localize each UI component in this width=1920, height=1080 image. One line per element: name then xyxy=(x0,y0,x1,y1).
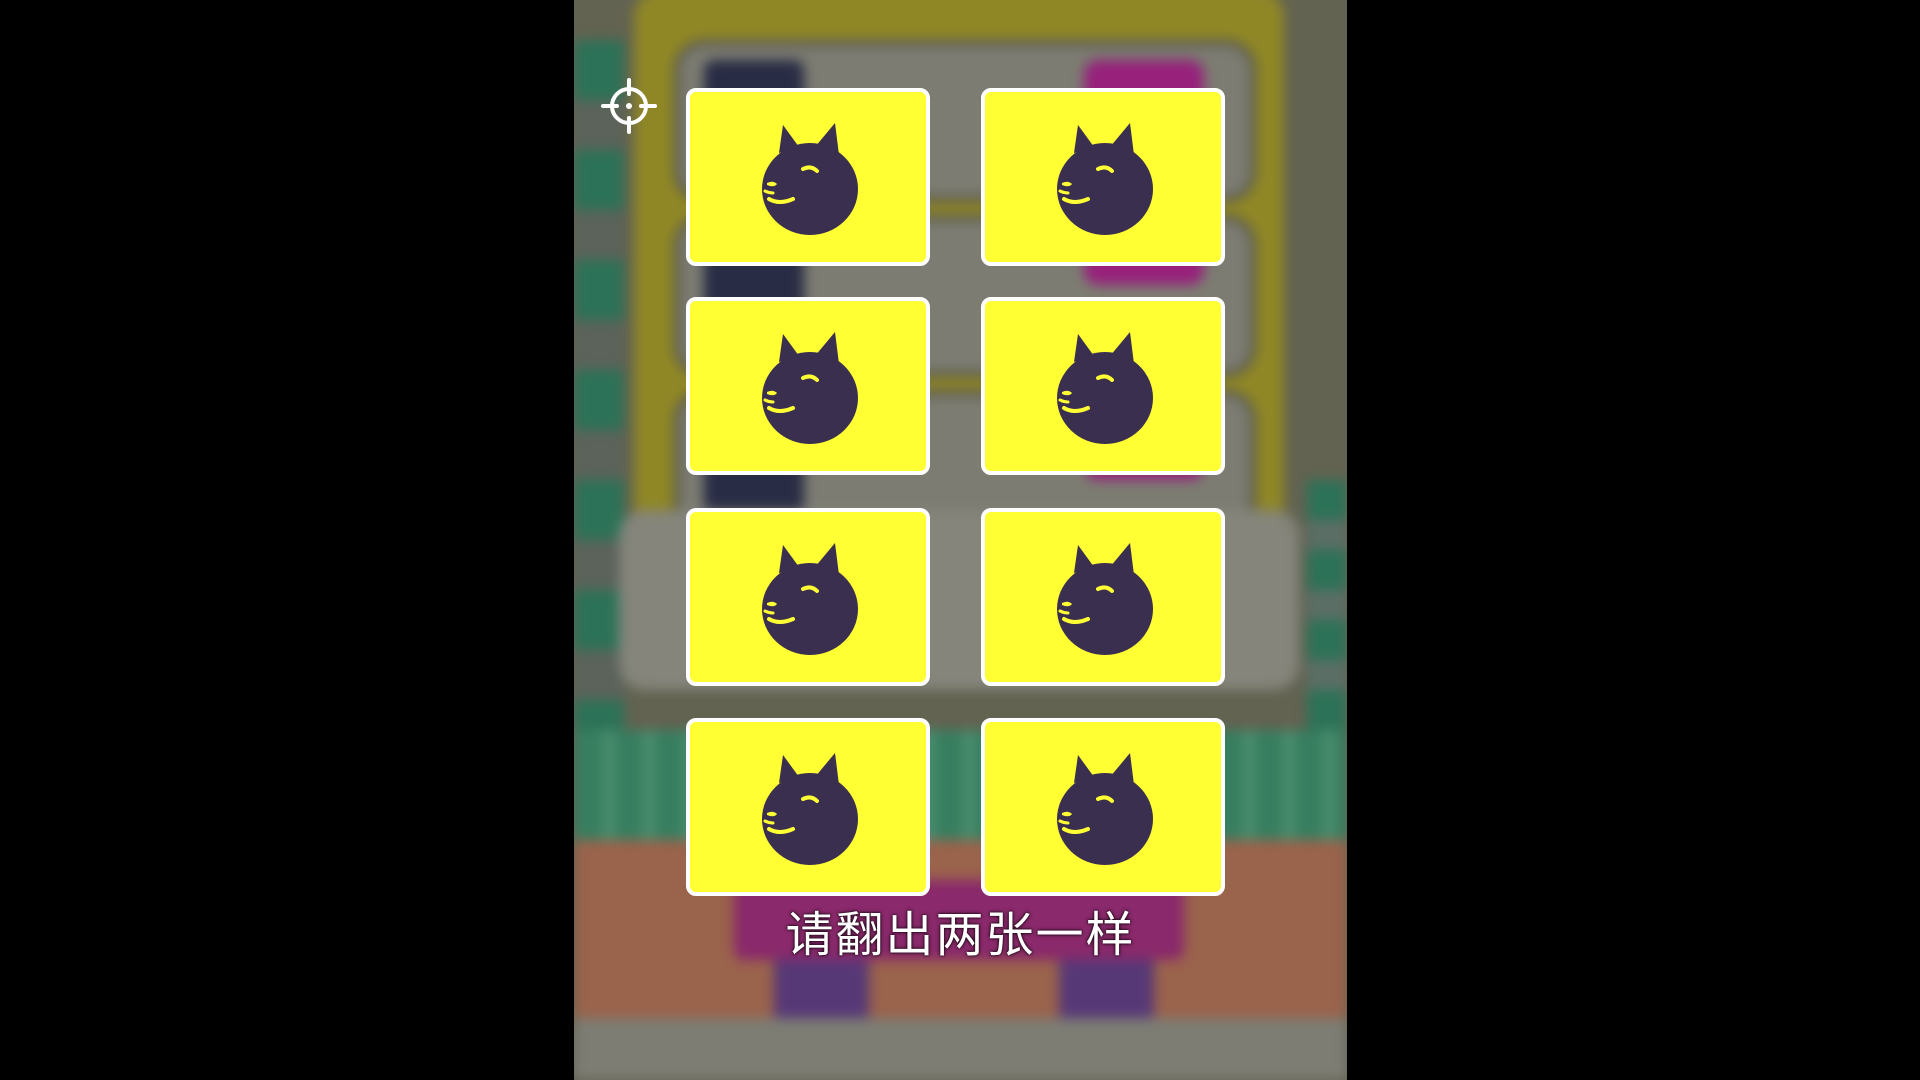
doge-head-icon xyxy=(762,123,858,235)
memory-card-7[interactable] xyxy=(686,718,930,896)
memory-card-2[interactable] xyxy=(981,88,1225,266)
doge-head-icon xyxy=(1057,753,1153,865)
memory-card-8[interactable] xyxy=(981,718,1225,896)
doge-head-icon xyxy=(762,332,858,444)
doge-head-icon xyxy=(1057,543,1153,655)
hint-text: 请翻出两张一样 xyxy=(785,907,1136,963)
memory-card-1[interactable] xyxy=(686,88,930,266)
doge-head-icon xyxy=(762,543,858,655)
doge-head-icon xyxy=(1057,332,1153,444)
memory-card-6[interactable] xyxy=(981,508,1225,686)
memory-card-3[interactable] xyxy=(686,297,930,475)
doge-head-icon xyxy=(762,753,858,865)
memory-card-5[interactable] xyxy=(686,508,930,686)
crosshair-icon[interactable] xyxy=(601,78,657,134)
doge-head-icon xyxy=(1057,123,1153,235)
memory-card-4[interactable] xyxy=(981,297,1225,475)
game-screen: 请翻出两张一样 xyxy=(0,0,1920,1080)
